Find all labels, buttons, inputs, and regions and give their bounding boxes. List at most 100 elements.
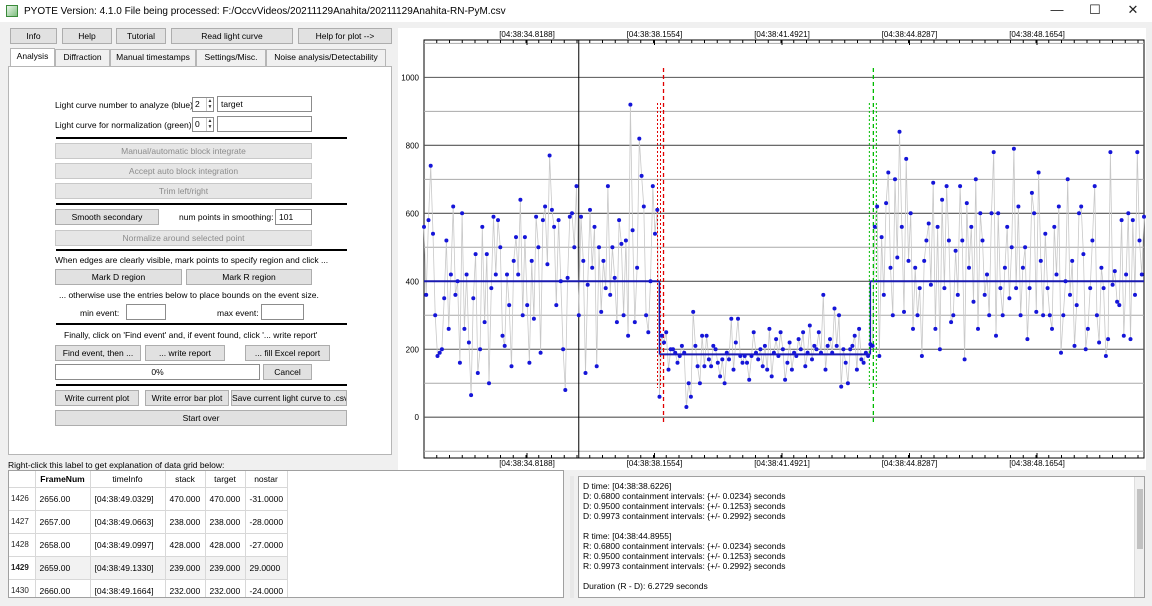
row-header[interactable]: 1427 bbox=[9, 510, 36, 534]
find-event-button[interactable]: Find event, then ... bbox=[55, 345, 141, 361]
table-cell[interactable]: 428.000 bbox=[205, 533, 246, 557]
data-point bbox=[960, 238, 965, 243]
tab-noise-analysis[interactable]: Noise analysis/Detectability bbox=[266, 49, 386, 66]
table-row[interactable]: 1427 2657.00 [04:38:49.0663] 238.000 238.000… bbox=[9, 510, 288, 534]
read-light-curve-button[interactable]: Read light curve bbox=[171, 28, 293, 44]
report-text-area[interactable]: D time: [04:38:38.6226] D: 0.6800 contain… bbox=[578, 476, 1145, 598]
table-row[interactable]: 1426 2656.00 [04:38:49.0329] 470.000 470.000… bbox=[9, 487, 288, 511]
table-cell[interactable]: 239.000 bbox=[205, 556, 246, 580]
data-point bbox=[875, 204, 880, 209]
data-grid[interactable]: FrameNum timeInfo stack target nostar 14… bbox=[8, 470, 564, 598]
data-point bbox=[617, 218, 622, 223]
mark-r-region-button[interactable]: Mark R region bbox=[186, 269, 312, 285]
table-cell[interactable]: [04:38:49.0663] bbox=[90, 510, 166, 534]
table-cell[interactable]: 2658.00 bbox=[35, 533, 91, 557]
table-cell[interactable]: 470.000 bbox=[165, 487, 206, 511]
table-cell[interactable]: -27.0000 bbox=[245, 533, 288, 557]
data-point bbox=[1085, 326, 1090, 331]
help-for-plot-button[interactable]: Help for plot --> bbox=[298, 28, 392, 44]
minimize-button[interactable]: — bbox=[1038, 0, 1076, 22]
smooth-secondary-button[interactable]: Smooth secondary bbox=[55, 209, 159, 225]
spin-arrows-icon[interactable]: ▲ ▼ bbox=[206, 118, 213, 131]
table-row[interactable]: 1429 2659.00 [04:38:49.1330] 239.000 239.000… bbox=[9, 556, 288, 580]
report-lines: D time: [04:38:38.6226] D: 0.6800 contain… bbox=[579, 477, 1144, 591]
table-cell[interactable]: 232.000 bbox=[165, 579, 206, 597]
mark-d-region-button[interactable]: Mark D region bbox=[55, 269, 182, 285]
norm-name-field[interactable] bbox=[217, 116, 312, 132]
table-cell[interactable]: -31.0000 bbox=[245, 487, 288, 511]
column-header[interactable]: timeInfo bbox=[90, 471, 166, 488]
table-cell[interactable]: -24.0000 bbox=[245, 579, 288, 597]
table-row[interactable]: 1428 2658.00 [04:38:49.0997] 428.000 428.000… bbox=[9, 533, 288, 557]
column-header[interactable]: stack bbox=[165, 471, 206, 488]
write-current-plot-button[interactable]: Write current plot bbox=[55, 390, 139, 406]
table-cell[interactable]: 2657.00 bbox=[35, 510, 91, 534]
table-cell[interactable]: 232.000 bbox=[205, 579, 246, 597]
close-button[interactable]: ✕ bbox=[1114, 0, 1152, 22]
vertical-scrollbar[interactable] bbox=[1134, 477, 1144, 597]
table-cell[interactable]: 29.0000 bbox=[245, 556, 288, 580]
start-over-button[interactable]: Start over bbox=[55, 410, 347, 426]
table-cell[interactable]: -28.0000 bbox=[245, 510, 288, 534]
data-point bbox=[599, 309, 604, 314]
maximize-button[interactable]: ☐ bbox=[1076, 0, 1114, 22]
write-error-bar-plot-button[interactable]: Write error bar plot bbox=[145, 390, 229, 406]
data-point bbox=[554, 303, 559, 308]
cancel-button[interactable]: Cancel bbox=[263, 364, 312, 380]
table-cell[interactable]: 428.000 bbox=[165, 533, 206, 557]
tab-manual-timestamps[interactable]: Manual timestamps bbox=[110, 49, 196, 66]
data-point bbox=[1032, 211, 1037, 216]
table-cell[interactable]: [04:38:49.0997] bbox=[90, 533, 166, 557]
fill-excel-report-button[interactable]: ... fill Excel report bbox=[245, 345, 330, 361]
num-points-field[interactable]: 101 bbox=[275, 209, 312, 225]
table-cell[interactable]: 238.000 bbox=[165, 510, 206, 534]
table-cell[interactable]: [04:38:49.1664] bbox=[90, 579, 166, 597]
manual-block-integrate-button[interactable]: Manual/automatic block integrate bbox=[55, 143, 312, 159]
table-cell[interactable]: 2659.00 bbox=[35, 556, 91, 580]
data-point bbox=[762, 343, 767, 348]
accept-block-integration-button[interactable]: Accept auto block integration bbox=[55, 163, 312, 179]
table-row[interactable]: 1430 2660.00 [04:38:49.1664] 232.000 232.000… bbox=[9, 579, 288, 597]
normalize-button[interactable]: Normalize around selected point bbox=[55, 230, 312, 246]
row-header[interactable]: 1426 bbox=[9, 487, 36, 511]
table-cell[interactable]: 470.000 bbox=[205, 487, 246, 511]
write-report-button[interactable]: ... write report bbox=[145, 345, 225, 361]
save-csv-button[interactable]: Save current light curve to .csv bbox=[231, 390, 347, 406]
column-header[interactable]: FrameNum bbox=[35, 471, 91, 488]
splitter-handle[interactable] bbox=[570, 476, 574, 598]
table-cell[interactable]: [04:38:49.0329] bbox=[90, 487, 166, 511]
plot-svg[interactable]: 0 200 400 600 800 1000 [04:38:34.8188] [04:38:3… bbox=[398, 28, 1146, 470]
max-event-field[interactable] bbox=[261, 304, 304, 320]
info-button[interactable]: Info bbox=[10, 28, 57, 44]
table-cell[interactable]: 239.000 bbox=[165, 556, 206, 580]
column-header[interactable]: target bbox=[205, 471, 246, 488]
data-point bbox=[953, 248, 958, 253]
min-event-field[interactable] bbox=[126, 304, 166, 320]
tutorial-button[interactable]: Tutorial bbox=[116, 28, 166, 44]
trim-button[interactable]: Trim left/right bbox=[55, 183, 312, 199]
grid-hint-label[interactable]: Right-click this label to get explanatio… bbox=[8, 460, 224, 470]
row-header[interactable]: 1428 bbox=[9, 533, 36, 557]
lc-name-field[interactable]: target bbox=[217, 96, 312, 112]
spin-arrows-icon[interactable]: ▲ ▼ bbox=[206, 98, 213, 111]
row-header[interactable]: 1429 bbox=[9, 556, 36, 580]
scrollbar-thumb[interactable] bbox=[1137, 489, 1143, 549]
tab-settings[interactable]: Settings/Misc. bbox=[196, 49, 266, 66]
data-point bbox=[980, 238, 985, 243]
table-cell[interactable]: [04:38:49.1330] bbox=[90, 556, 166, 580]
norm-spinbox[interactable]: 0 ▲ ▼ bbox=[192, 117, 214, 132]
data-point bbox=[545, 262, 550, 267]
table-cell[interactable]: 2656.00 bbox=[35, 487, 91, 511]
app-icon bbox=[6, 5, 18, 17]
table-cell[interactable]: 2660.00 bbox=[35, 579, 91, 597]
row-header[interactable]: 1430 bbox=[9, 579, 36, 597]
tab-analysis[interactable]: Analysis bbox=[10, 48, 55, 67]
table-cell[interactable]: 238.000 bbox=[205, 510, 246, 534]
tab-diffraction[interactable]: Diffraction bbox=[55, 49, 110, 66]
data-point bbox=[543, 204, 548, 209]
column-header[interactable]: nostar bbox=[245, 471, 288, 488]
data-point bbox=[1025, 337, 1030, 342]
lc-number-spinbox[interactable]: 2 ▲ ▼ bbox=[192, 97, 214, 112]
light-curve-plot[interactable]: 0 200 400 600 800 1000 [04:38:34.8188] [04:38:3… bbox=[398, 28, 1146, 470]
help-button[interactable]: Help bbox=[62, 28, 112, 44]
